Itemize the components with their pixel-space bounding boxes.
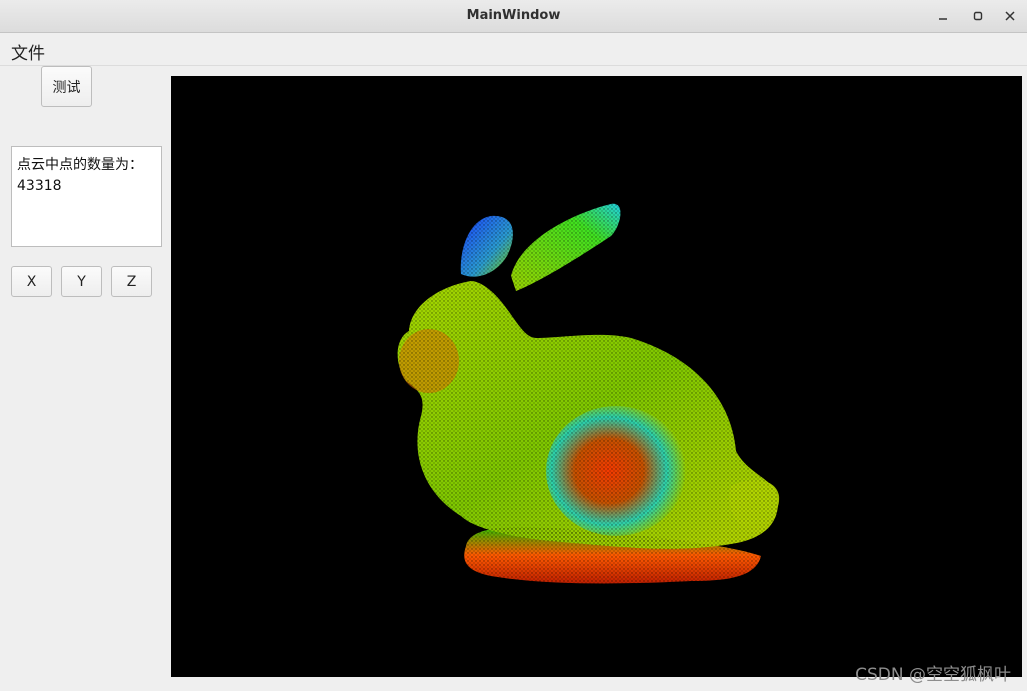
maximize-icon[interactable]: [968, 6, 988, 26]
bunny-point-cloud: [397, 203, 780, 584]
z-axis-button[interactable]: Z: [111, 266, 152, 297]
info-text-box[interactable]: 点云中点的数量为： 43318: [11, 146, 162, 247]
menu-file[interactable]: 文件: [11, 39, 45, 64]
point-count-label: 点云中点的数量为：: [17, 157, 143, 173]
watermark: CSDN @空空狐枫叶: [855, 665, 1011, 685]
y-axis-button[interactable]: Y: [61, 266, 102, 297]
x-axis-button[interactable]: X: [11, 266, 52, 297]
point-count-value: 43318: [17, 178, 62, 194]
test-button[interactable]: 测试: [41, 66, 92, 107]
close-icon[interactable]: [1000, 6, 1020, 26]
point-cloud-viewer[interactable]: [171, 76, 1022, 677]
title-bar: MainWindow: [0, 0, 1027, 33]
minimize-icon[interactable]: [933, 6, 953, 26]
menu-bar: 文件: [0, 33, 1027, 66]
window-title: MainWindow: [466, 8, 561, 23]
